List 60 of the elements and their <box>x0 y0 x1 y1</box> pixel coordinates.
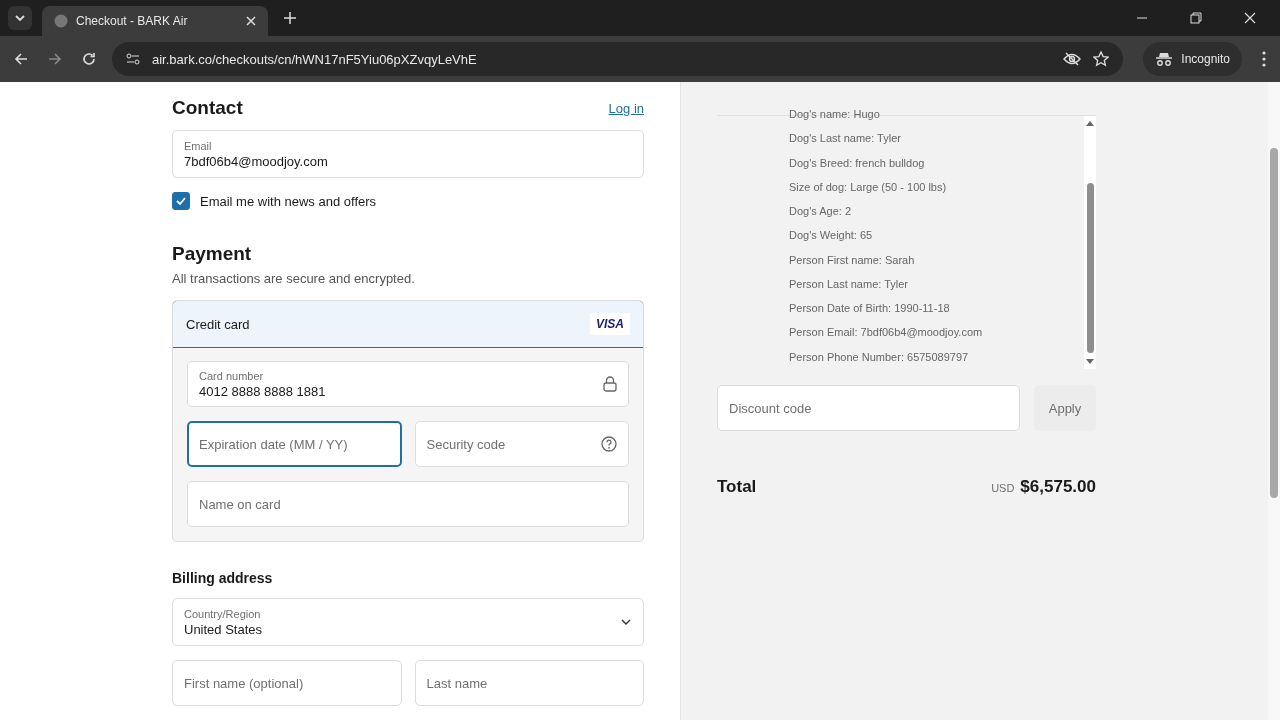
chevron-down-icon <box>14 12 26 24</box>
last-name-field[interactable]: Last name <box>414 660 644 706</box>
new-tab-icon[interactable] <box>284 12 296 24</box>
incognito-icon <box>1155 52 1174 66</box>
page-scrollbar[interactable] <box>1268 82 1280 720</box>
lock-icon <box>603 376 617 392</box>
login-link[interactable]: Log in <box>608 100 644 116</box>
help-icon[interactable] <box>601 436 617 452</box>
back-icon[interactable] <box>14 52 28 66</box>
site-settings-icon[interactable] <box>126 52 140 66</box>
star-icon[interactable] <box>1093 51 1110 67</box>
payment-heading: Payment <box>172 243 253 265</box>
newsletter-checkbox[interactable] <box>172 192 190 210</box>
order-detail-line: Person Last name: Tyler <box>789 276 910 292</box>
currency-code: USD <box>991 482 1015 494</box>
order-detail-line: Dog's Age: 2 <box>789 204 853 220</box>
scrollbar[interactable] <box>1084 116 1096 369</box>
total-label: Total <box>717 477 757 497</box>
browser-tab[interactable]: Checkout - BARK Air <box>42 6 268 36</box>
contact-heading: Contact <box>172 97 243 119</box>
order-detail-line: Person First name: Sarah <box>789 252 916 268</box>
reload-icon[interactable] <box>82 52 96 66</box>
url-text: air.bark.co/checkouts/cn/hWN17nF5Yiu06pXZvqyLeVhE <box>152 51 477 67</box>
expiration-date-field[interactable]: Expiration date (MM / YY) <box>187 421 402 467</box>
eye-slash-icon[interactable] <box>1063 52 1082 66</box>
close-icon[interactable] <box>246 16 256 26</box>
tab-search-button[interactable] <box>8 6 32 30</box>
restore-icon[interactable] <box>1190 12 1202 24</box>
card-brand-logo: VISA <box>590 313 630 335</box>
scroll-up-icon[interactable] <box>1086 120 1094 126</box>
menu-icon[interactable] <box>1262 51 1266 67</box>
globe-icon <box>54 14 68 28</box>
card-number-field[interactable]: Card number 4012 8888 8888 1881 <box>187 361 629 407</box>
billing-heading: Billing address <box>172 570 274 586</box>
discount-code-field[interactable]: Discount code <box>717 385 1020 431</box>
total-amount: $6,575.00 <box>1020 477 1096 497</box>
checkmark-icon <box>175 195 187 207</box>
order-detail-line: Person Date of Birth: 1990-11-18 <box>789 301 951 317</box>
country-select[interactable]: Country/Region United States <box>172 598 644 646</box>
credit-card-option[interactable]: Credit card VISA <box>173 301 643 348</box>
tab-title: Checkout - BARK Air <box>76 14 189 28</box>
order-detail-line: Size of dog: Large (50 - 100 lbs) <box>789 179 948 195</box>
name-on-card-field[interactable]: Name on card <box>187 481 629 527</box>
incognito-button[interactable]: Incognito <box>1143 42 1242 76</box>
scroll-down-icon[interactable] <box>1086 359 1094 365</box>
order-detail-line: Dog's Breed: french bulldog <box>789 155 926 171</box>
first-name-field[interactable]: First name (optional) <box>172 660 402 706</box>
order-detail-line: Dog's name: Hugo <box>789 107 881 122</box>
order-detail-line: Person Phone Number: 6575089797 <box>789 349 970 365</box>
order-detail-line: Dog's Last name: Tyler <box>789 131 902 147</box>
payment-subtitle: All transactions are secure and encrypted. <box>172 271 416 286</box>
email-field[interactable]: Email 7bdf06b4@moodjoy.com <box>172 130 644 178</box>
order-detail-line: Dog's Weight: 65 <box>789 228 874 244</box>
apply-button[interactable]: Apply <box>1034 385 1096 431</box>
forward-icon[interactable] <box>48 52 62 66</box>
close-icon[interactable] <box>1244 12 1256 24</box>
address-bar[interactable]: air.bark.co/checkouts/cn/hWN17nF5Yiu06pXZvqyLeVhE <box>112 42 1124 76</box>
newsletter-label: Email me with news and offers <box>200 193 377 209</box>
order-detail-line: Person Email: 7bdf06b4@moodjoy.com <box>789 325 984 341</box>
security-code-field[interactable]: Security code <box>414 421 629 467</box>
